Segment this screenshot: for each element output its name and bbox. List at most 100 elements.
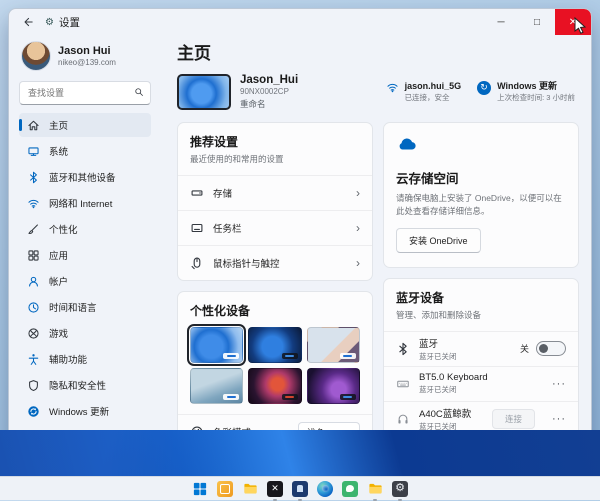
theme-tile-floral-dark[interactable]	[248, 368, 301, 404]
theme-tile-windows-dark[interactable]	[248, 327, 301, 363]
sidebar-item-bluetooth-devices[interactable]: 蓝牙和其他设备	[19, 165, 151, 189]
recommended-item-mouse-touch[interactable]: 鼠标指针与触控 ›	[178, 245, 372, 280]
sidebar-item-label: 游戏	[49, 326, 68, 340]
sidebar-item-time-language[interactable]: 时间和语言	[19, 295, 151, 319]
recommended-item-label: 鼠标指针与触控	[213, 256, 280, 270]
user-email: nikeo@139.com	[58, 58, 116, 67]
rename-link[interactable]: 重命名	[240, 98, 298, 110]
sidebar-item-label: 系统	[49, 144, 68, 158]
mini-taskbar	[282, 353, 298, 359]
widgets-orange-icon[interactable]	[217, 481, 233, 497]
chevron-right-icon: ›	[356, 187, 360, 199]
sidebar-item-label: 时间和语言	[49, 300, 97, 314]
install-onedrive-button[interactable]: 安装 OneDrive	[396, 228, 481, 253]
sidebar-item-windows-update[interactable]: Windows 更新	[19, 399, 151, 423]
bluetooth-devices-card: 蓝牙设备 管理、添加和删除设备 蓝牙 蓝牙已关闭 关	[383, 278, 579, 456]
sidebar-item-personalization[interactable]: 个性化	[19, 217, 151, 241]
theme-tile-collage-light[interactable]	[307, 327, 360, 363]
sidebar: Jason Hui nikeo@139.com 主页 系统	[9, 35, 159, 455]
mini-taskbar	[223, 394, 239, 400]
user-profile[interactable]: Jason Hui nikeo@139.com	[21, 41, 151, 71]
device-model: 90NX0002CP	[240, 87, 298, 96]
app-title: 设置	[59, 15, 80, 30]
bluetooth-toggle-row: 蓝牙 蓝牙已关闭 关	[384, 331, 578, 366]
edge-icon[interactable]	[317, 481, 333, 497]
apps-icon	[27, 249, 40, 262]
search-box[interactable]	[19, 81, 151, 105]
mini-taskbar	[223, 353, 239, 359]
time-language-icon	[27, 301, 40, 314]
folder-icon[interactable]	[367, 481, 383, 497]
search-icon	[134, 84, 144, 102]
sidebar-item-system[interactable]: 系统	[19, 139, 151, 163]
sidebar-item-apps[interactable]: 应用	[19, 243, 151, 267]
recommended-item-label: 任务栏	[213, 221, 242, 235]
sidebar-item-label: 网络和 Internet	[49, 196, 112, 210]
keyboard-icon	[396, 377, 410, 391]
back-button[interactable]	[19, 13, 37, 31]
file-explorer-icon[interactable]	[242, 481, 258, 497]
sidebar-item-label: 帐户	[49, 274, 68, 288]
update-status: 上次检查时间: 3 小时前	[497, 92, 575, 103]
update-label: Windows 更新	[497, 81, 575, 92]
sidebar-item-network[interactable]: 网络和 Internet	[19, 191, 151, 215]
sidebar-item-label: 个性化	[49, 222, 78, 236]
taskbar-settings-icon	[190, 221, 204, 235]
sidebar-item-privacy[interactable]: 隐私和安全性	[19, 373, 151, 397]
device-name: Jason_Hui	[240, 74, 298, 86]
bluetooth-icon	[396, 342, 410, 356]
theme-tile-windows-light[interactable]	[190, 327, 243, 363]
app-x-icon[interactable]: ✕	[267, 481, 283, 497]
windows-update-status[interactable]: ↻ Windows 更新 上次检查时间: 3 小时前	[477, 81, 575, 103]
mini-taskbar	[282, 394, 298, 400]
mini-taskbar	[340, 394, 356, 400]
sidebar-item-label: 辅助功能	[49, 352, 87, 366]
update-icon: ↻	[477, 81, 491, 95]
accounts-icon	[27, 275, 40, 288]
device-row-keyboard[interactable]: BT5.0 Keyboard 蓝牙已关闭 ···	[384, 366, 578, 401]
theme-tile-glow-dark[interactable]	[307, 368, 360, 404]
maximize-button[interactable]: □	[519, 9, 555, 35]
system-icon	[27, 145, 40, 158]
toggle-state-label: 关	[520, 342, 529, 355]
sidebar-nav: 主页 系统 蓝牙和其他设备 网络和 Internet 个性化	[19, 113, 151, 423]
recommended-item-label: 存储	[213, 186, 232, 200]
theme-tile-landscape-light[interactable]	[190, 368, 243, 404]
recommended-item-storage[interactable]: 存储 ›	[178, 175, 372, 210]
mini-taskbar	[340, 353, 356, 359]
sidebar-item-label: Windows 更新	[49, 404, 109, 418]
bluetooth-toggle[interactable]	[536, 341, 566, 356]
sidebar-item-home[interactable]: 主页	[19, 113, 151, 137]
bluetooth-status: 蓝牙已关闭	[419, 351, 457, 362]
theme-gallery	[178, 319, 372, 414]
card-title: 云存储空间	[396, 168, 566, 187]
mouse-cursor	[574, 17, 587, 39]
sidebar-item-accessibility[interactable]: 辅助功能	[19, 347, 151, 371]
sidebar-item-accounts[interactable]: 帐户	[19, 269, 151, 293]
app-navy-icon[interactable]	[292, 481, 308, 497]
chevron-right-icon: ›	[356, 222, 360, 234]
minimize-button[interactable]: ─	[483, 9, 519, 35]
more-options-icon[interactable]: ···	[552, 413, 566, 425]
accessibility-icon	[27, 353, 40, 366]
device-thumbnail	[177, 74, 231, 110]
mouse-touch-icon	[190, 256, 204, 270]
wifi-status: 已连接，安全	[405, 92, 462, 103]
bluetooth-icon	[27, 171, 40, 184]
search-input[interactable]	[26, 87, 134, 99]
privacy-icon	[27, 379, 40, 392]
main-content: 主页 Jason_Hui 90NX0002CP 重命名 jason.hui_5G…	[159, 35, 591, 455]
app-green-icon[interactable]	[342, 481, 358, 497]
settings-gear-icon[interactable]: ⚙	[392, 481, 408, 497]
wifi-icon	[386, 81, 399, 99]
connect-button[interactable]: 连接	[492, 409, 535, 429]
start-icon[interactable]	[192, 481, 208, 497]
device-name: A40C蓝鲸款	[419, 406, 471, 420]
sidebar-item-label: 主页	[49, 118, 68, 132]
more-options-icon[interactable]: ···	[552, 378, 566, 390]
settings-window: ⚙ 设置 ─ □ ✕ Jason Hui nikeo@139.com	[8, 8, 592, 455]
network-status[interactable]: jason.hui_5G 已连接，安全	[386, 81, 462, 103]
cloud-icon	[396, 142, 418, 159]
recommended-item-taskbar[interactable]: 任务栏 ›	[178, 210, 372, 245]
sidebar-item-gaming[interactable]: 游戏	[19, 321, 151, 345]
